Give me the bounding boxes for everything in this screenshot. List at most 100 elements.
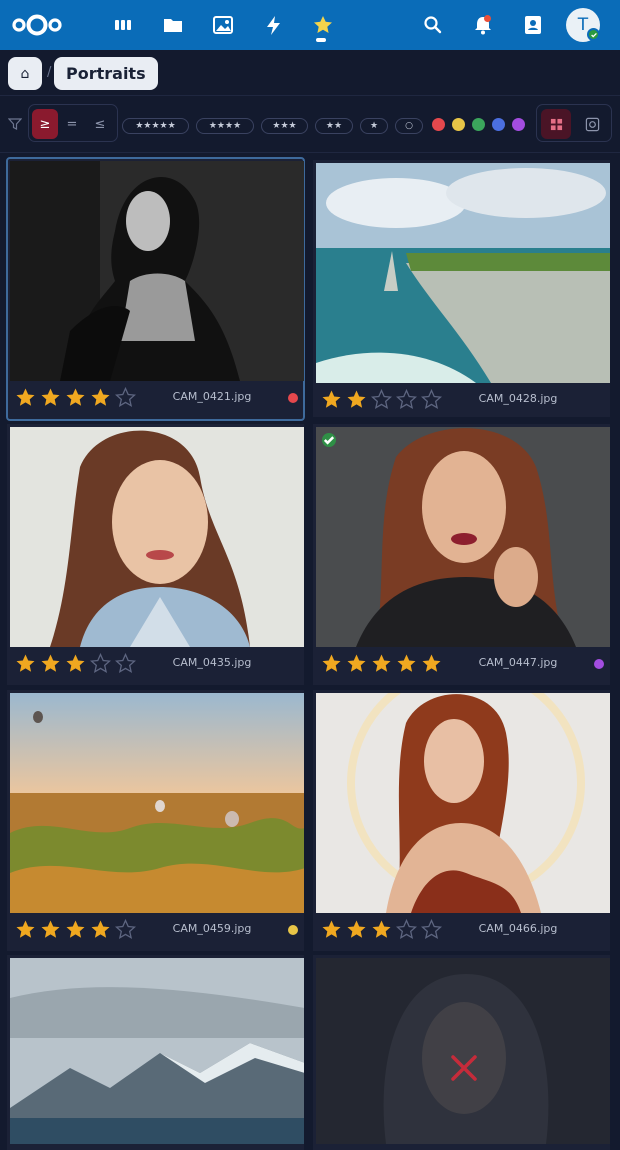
online-status-icon [587, 28, 600, 41]
color-filter-red[interactable] [432, 118, 445, 131]
photo-meta-bar: CAM_0459.jpg [7, 913, 304, 946]
color-filter-green[interactable] [472, 118, 485, 131]
star-filled-icon[interactable] [40, 387, 61, 408]
photo-thumbnail[interactable] [10, 958, 304, 1144]
bell-icon[interactable] [467, 9, 499, 41]
color-filter-purple[interactable] [512, 118, 525, 131]
photo-filename: CAM_0421.jpg [172, 390, 252, 403]
star-filled-icon[interactable] [346, 389, 367, 410]
dashboard-icon[interactable] [107, 9, 139, 41]
rating-stars [15, 919, 136, 940]
breadcrumb-current-folder[interactable]: Portraits [54, 57, 158, 90]
star-empty-icon[interactable] [421, 389, 442, 410]
star-filled-icon[interactable] [65, 919, 86, 940]
breadcrumb: ⌂ / Portraits [0, 50, 620, 96]
comparator-gte-button[interactable]: ≥ [32, 109, 58, 139]
star-filled-icon[interactable] [15, 387, 36, 408]
filter-icon [8, 118, 22, 130]
comparator-lte-button[interactable]: ≤ [87, 109, 113, 139]
nextcloud-logo-icon[interactable] [12, 11, 62, 39]
search-icon[interactable] [417, 9, 449, 41]
photo-thumbnail[interactable] [316, 693, 610, 913]
star-empty-icon[interactable] [90, 653, 111, 674]
filter-toolbar: ≥ = ≤ ★★★★★ ★★★★ ★★★ ★★ ★ ○ [0, 97, 620, 153]
photo-card[interactable] [7, 955, 304, 1150]
star-filled-icon[interactable] [90, 387, 111, 408]
contacts-icon[interactable] [517, 9, 549, 41]
active-app-indicator [316, 38, 326, 42]
star-filled-icon[interactable] [396, 653, 417, 674]
star-filled-icon[interactable] [321, 389, 342, 410]
filter-4-stars-chip[interactable]: ★★★★ [196, 118, 254, 134]
notification-badge [484, 15, 491, 22]
view-mode-group [536, 104, 612, 142]
filter-1-star-chip[interactable]: ★ [360, 118, 388, 134]
rating-stars [15, 653, 136, 674]
star-filled-icon[interactable] [321, 919, 342, 940]
star-filled-icon[interactable] [90, 919, 111, 940]
filter-5-stars-chip[interactable]: ★★★★★ [122, 118, 189, 134]
star-filled-icon[interactable] [371, 653, 392, 674]
rating-stars [321, 919, 442, 940]
color-filter-yellow[interactable] [452, 118, 465, 131]
star-filled-icon[interactable] [346, 919, 367, 940]
star-empty-icon[interactable] [421, 919, 442, 940]
photo-thumbnail[interactable] [316, 958, 610, 1144]
color-label-dot [288, 393, 298, 403]
photo-card[interactable]: CAM_0421.jpg [6, 157, 305, 421]
star-filled-icon[interactable] [15, 919, 36, 940]
filter-unrated-chip[interactable]: ○ [395, 118, 423, 134]
photo-meta-bar: CAM_0421.jpg [7, 381, 304, 414]
lightning-icon[interactable] [257, 9, 289, 41]
photo-card[interactable]: CAM_0435.jpg [7, 424, 304, 685]
folder-icon[interactable] [157, 9, 189, 41]
grid-icon [550, 118, 562, 130]
photo-card[interactable]: CAM_0428.jpg [313, 160, 610, 417]
photo-thumbnail[interactable] [10, 161, 304, 381]
comparator-eq-button[interactable]: = [59, 109, 85, 139]
photo-thumbnail[interactable] [10, 693, 304, 913]
star-filled-icon[interactable] [65, 387, 86, 408]
star-empty-icon[interactable] [115, 653, 136, 674]
star-filled-icon[interactable] [421, 653, 442, 674]
star-filled-icon[interactable] [371, 919, 392, 940]
star-icon[interactable] [307, 9, 339, 41]
star-empty-icon[interactable] [396, 919, 417, 940]
breadcrumb-separator: / [47, 65, 52, 80]
rating-comparator-group: ≥ = ≤ [28, 104, 118, 142]
star-empty-icon[interactable] [371, 389, 392, 410]
image-icon[interactable] [207, 9, 239, 41]
photo-card[interactable]: CAM_0459.jpg [7, 690, 304, 951]
star-empty-icon[interactable] [396, 389, 417, 410]
photo-card[interactable]: CAM_0447.jpg [313, 424, 610, 685]
grid-view-button[interactable] [541, 109, 571, 139]
loupe-view-button[interactable] [577, 109, 607, 139]
photo-thumbnail[interactable] [10, 427, 304, 647]
photo-filename: CAM_0459.jpg [172, 922, 252, 935]
star-empty-icon[interactable] [115, 919, 136, 940]
photo-thumbnail[interactable] [316, 427, 610, 647]
photo-filename: CAM_0447.jpg [478, 656, 558, 669]
filter-2-stars-chip[interactable]: ★★ [315, 118, 353, 134]
top-app-bar: T [0, 0, 620, 50]
loupe-icon [585, 117, 599, 131]
star-filled-icon[interactable] [346, 653, 367, 674]
star-filled-icon[interactable] [321, 653, 342, 674]
photo-card[interactable] [313, 955, 610, 1150]
star-empty-icon[interactable] [115, 387, 136, 408]
home-breadcrumb-button[interactable]: ⌂ [8, 57, 42, 90]
photo-filename: CAM_0428.jpg [478, 392, 558, 405]
star-filled-icon[interactable] [40, 919, 61, 940]
photo-card[interactable]: CAM_0466.jpg [313, 690, 610, 951]
star-filled-icon[interactable] [40, 653, 61, 674]
rating-stars [15, 387, 136, 408]
color-filter-blue[interactable] [492, 118, 505, 131]
star-filled-icon[interactable] [15, 653, 36, 674]
photo-thumbnail[interactable] [316, 163, 610, 383]
star-filled-icon[interactable] [65, 653, 86, 674]
filter-3-stars-chip[interactable]: ★★★ [261, 118, 308, 134]
picked-check-icon [322, 433, 336, 447]
rejected-x-icon [451, 1055, 477, 1081]
color-label-dot [288, 925, 298, 935]
photo-meta-bar: CAM_0428.jpg [313, 383, 610, 416]
